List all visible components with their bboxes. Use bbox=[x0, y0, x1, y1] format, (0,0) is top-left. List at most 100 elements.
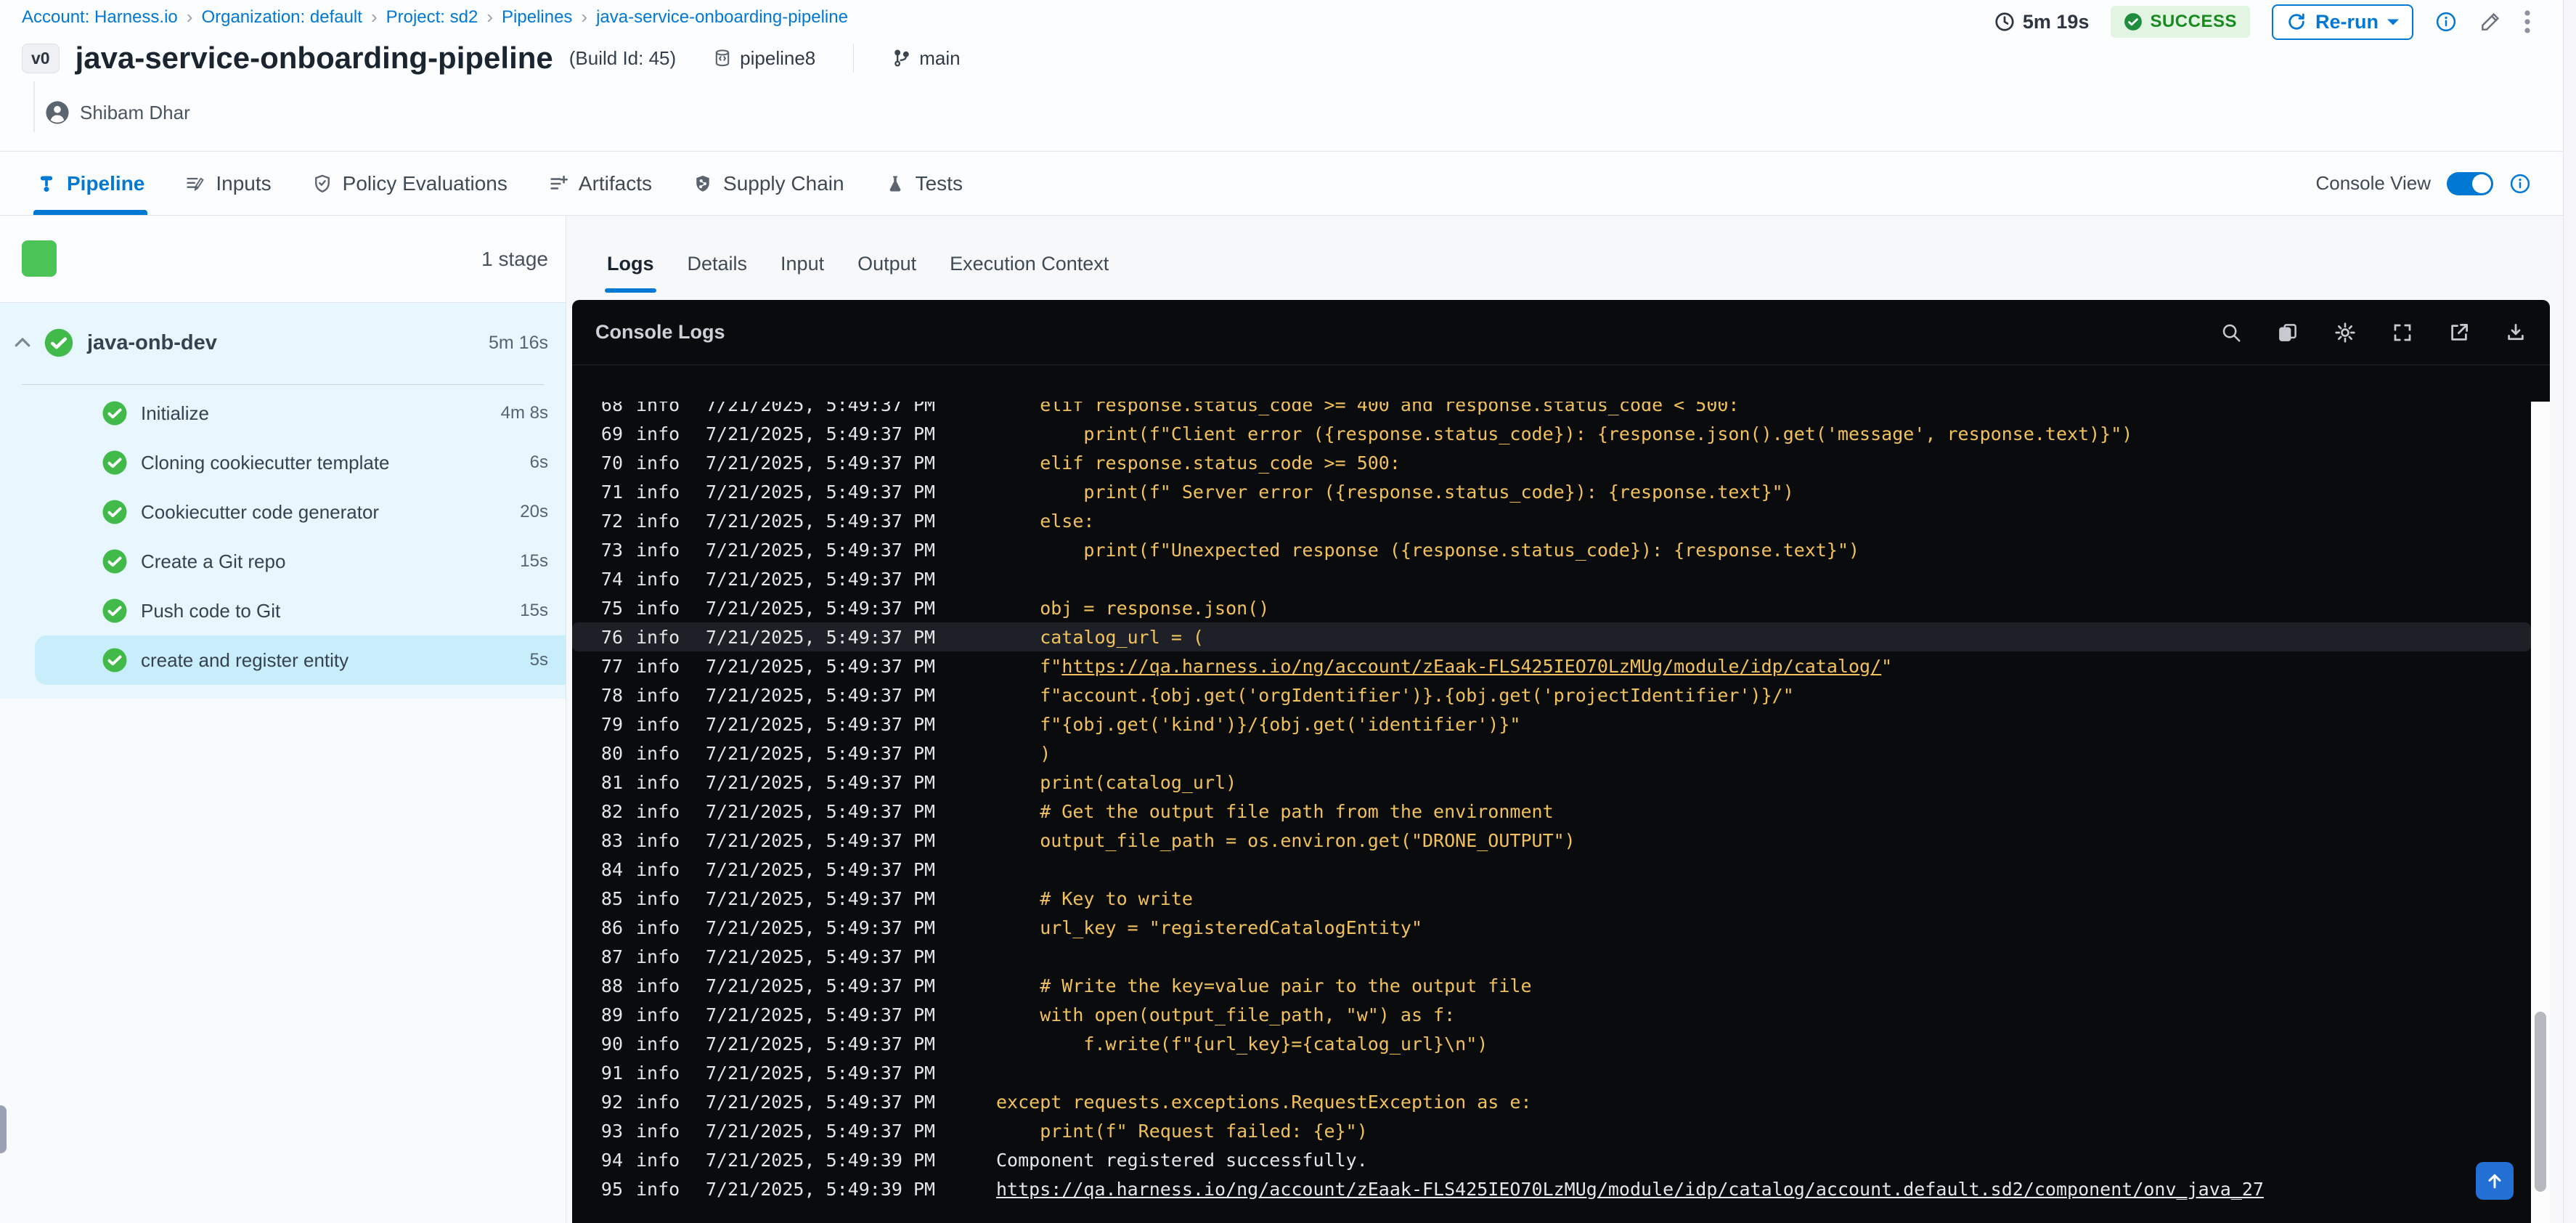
tab-supply-chain[interactable]: Supply Chain bbox=[693, 152, 844, 215]
log-line[interactable]: 79 info 7/21/2025, 5:49:37 PM f"{obj.get… bbox=[572, 710, 2531, 739]
log-line[interactable]: 87 info 7/21/2025, 5:49:37 PM bbox=[572, 942, 2531, 971]
log-timestamp: 7/21/2025, 5:49:37 PM bbox=[706, 946, 936, 967]
breadcrumb-current-pipeline[interactable]: java-service-onboarding-pipeline bbox=[596, 7, 848, 28]
log-link[interactable]: https://qa.harness.io/ng/account/zEaak-F… bbox=[996, 1179, 2264, 1200]
log-line[interactable]: 72 info 7/21/2025, 5:49:37 PM else: bbox=[572, 506, 2531, 535]
page-scrollbar[interactable] bbox=[2563, 0, 2576, 1223]
log-line[interactable]: 78 info 7/21/2025, 5:49:37 PM f"account.… bbox=[572, 680, 2531, 710]
log-timestamp: 7/21/2025, 5:49:39 PM bbox=[706, 1149, 936, 1171]
success-check-icon bbox=[44, 328, 74, 358]
log-timestamp: 7/21/2025, 5:49:37 PM bbox=[706, 887, 936, 909]
log-timestamp: 7/21/2025, 5:49:37 PM bbox=[706, 1062, 936, 1084]
success-check-icon bbox=[102, 548, 128, 574]
tab-pipeline[interactable]: Pipeline bbox=[33, 152, 148, 215]
log-level: info bbox=[636, 1062, 680, 1084]
log-line[interactable]: 84 info 7/21/2025, 5:49:37 PM bbox=[572, 855, 2531, 884]
log-line[interactable]: 71 info 7/21/2025, 5:49:37 PM print(f" S… bbox=[572, 477, 2531, 506]
log-line-number: 86 bbox=[600, 917, 623, 938]
log-line[interactable]: 94 info 7/21/2025, 5:49:39 PM Component … bbox=[572, 1145, 2531, 1174]
log-line[interactable]: 86 info 7/21/2025, 5:49:37 PM url_key = … bbox=[572, 913, 2531, 942]
log-line[interactable]: 85 info 7/21/2025, 5:49:37 PM # Key to w… bbox=[572, 884, 2531, 913]
breadcrumb-pipelines[interactable]: Pipelines bbox=[502, 7, 572, 28]
step-row[interactable]: Create a Git repo 15s bbox=[0, 537, 566, 586]
log-line[interactable]: 92 info 7/21/2025, 5:49:37 PM except req… bbox=[572, 1087, 2531, 1116]
breadcrumb-organization[interactable]: Organization: default bbox=[201, 7, 362, 28]
subtab-details[interactable]: Details bbox=[688, 253, 748, 293]
console-scrollbar[interactable] bbox=[2531, 402, 2550, 1223]
log-line-number: 74 bbox=[600, 568, 623, 590]
step-row[interactable]: Initialize 4m 8s bbox=[0, 389, 566, 438]
log-line[interactable]: 77 info 7/21/2025, 5:49:37 PM f"https://… bbox=[572, 651, 2531, 680]
log-line[interactable]: 90 info 7/21/2025, 5:49:37 PM f.write(f"… bbox=[572, 1029, 2531, 1058]
log-line[interactable]: 95 info 7/21/2025, 5:49:39 PM https://qa… bbox=[572, 1174, 2531, 1203]
log-line[interactable]: 91 info 7/21/2025, 5:49:37 PM bbox=[572, 1058, 2531, 1087]
panel-scroll-handle[interactable] bbox=[0, 1105, 7, 1153]
log-line[interactable]: 88 info 7/21/2025, 5:49:37 PM # Write th… bbox=[572, 971, 2531, 1000]
log-line[interactable]: 69 info 7/21/2025, 5:49:37 PM print(f"Cl… bbox=[572, 419, 2531, 448]
log-line[interactable]: 81 info 7/21/2025, 5:49:37 PM print(cata… bbox=[572, 768, 2531, 797]
scroll-to-top-button[interactable] bbox=[2476, 1162, 2514, 1200]
log-line[interactable]: 73 info 7/21/2025, 5:49:37 PM print(f"Un… bbox=[572, 535, 2531, 564]
stage-status-square[interactable] bbox=[22, 240, 57, 277]
log-line-number: 73 bbox=[600, 539, 623, 561]
log-line[interactable]: 93 info 7/21/2025, 5:49:37 PM print(f" R… bbox=[572, 1116, 2531, 1145]
log-line[interactable]: 82 info 7/21/2025, 5:49:37 PM # Get the … bbox=[572, 797, 2531, 826]
step-row[interactable]: Cookiecutter code generator 20s bbox=[0, 487, 566, 537]
settings-gear-icon[interactable] bbox=[2334, 321, 2357, 344]
step-name: create and register entity bbox=[141, 649, 349, 671]
console-scrollbar-thumb[interactable] bbox=[2535, 1012, 2546, 1192]
log-line[interactable]: 70 info 7/21/2025, 5:49:37 PM elif respo… bbox=[572, 448, 2531, 477]
log-message: f"account.{obj.get('orgIdentifier')}.{ob… bbox=[996, 684, 1794, 706]
console-view-info-icon[interactable] bbox=[2509, 173, 2531, 195]
search-icon[interactable] bbox=[2220, 322, 2242, 344]
tab-inputs[interactable]: Inputs bbox=[185, 152, 272, 215]
tab-artifacts[interactable]: Artifacts bbox=[548, 152, 652, 215]
step-row[interactable]: Push code to Git 15s bbox=[0, 586, 566, 635]
log-line[interactable]: 75 info 7/21/2025, 5:49:37 PM obj = resp… bbox=[572, 593, 2531, 622]
stage-name: java-onb-dev bbox=[87, 330, 217, 354]
tab-policy-evaluations[interactable]: Policy Evaluations bbox=[312, 152, 508, 215]
log-timestamp: 7/21/2025, 5:49:37 PM bbox=[706, 452, 936, 474]
copy-icon[interactable] bbox=[2277, 322, 2299, 344]
log-line-number: 95 bbox=[600, 1178, 623, 1200]
rerun-button[interactable]: Re-run bbox=[2272, 4, 2413, 40]
log-message: https://qa.harness.io/ng/account/zEaak-F… bbox=[996, 1179, 2264, 1200]
pipeline-ref[interactable]: pipeline8 bbox=[712, 47, 815, 70]
tab-tests[interactable]: Tests bbox=[885, 152, 963, 215]
subtab-execution-context[interactable]: Execution Context bbox=[950, 253, 1109, 293]
console-view-toggle[interactable] bbox=[2447, 171, 2493, 195]
fullscreen-icon[interactable] bbox=[2392, 322, 2413, 344]
log-level: info bbox=[636, 568, 680, 590]
log-level: info bbox=[636, 858, 680, 880]
log-line[interactable]: 76 info 7/21/2025, 5:49:37 PM catalog_ur… bbox=[572, 622, 2531, 651]
download-icon[interactable] bbox=[2505, 322, 2527, 344]
log-link[interactable]: https://qa.harness.io/ng/account/zEaak-F… bbox=[1061, 656, 1881, 677]
log-line[interactable]: 83 info 7/21/2025, 5:49:37 PM output_fil… bbox=[572, 826, 2531, 855]
open-in-new-tab-icon[interactable] bbox=[2448, 322, 2470, 344]
log-level: info bbox=[636, 1004, 680, 1025]
stage-row-java-onb-dev[interactable]: java-onb-dev 5m 16s bbox=[0, 319, 566, 367]
log-message: f"https://qa.harness.io/ng/account/zEaak… bbox=[996, 655, 1893, 677]
subtab-logs[interactable]: Logs bbox=[605, 253, 656, 293]
log-line[interactable]: 68 info 7/21/2025, 5:49:37 PM elif respo… bbox=[572, 402, 2531, 419]
edit-pipeline-icon[interactable] bbox=[2479, 10, 2502, 33]
log-line[interactable]: 74 info 7/21/2025, 5:49:37 PM bbox=[572, 564, 2531, 593]
log-message: f.write(f"{url_key}={catalog_url}\n") bbox=[996, 1033, 1488, 1055]
step-row[interactable]: create and register entity 5s bbox=[35, 635, 566, 685]
console-view-label: Console View bbox=[2315, 172, 2431, 194]
log-line-number: 94 bbox=[600, 1149, 623, 1171]
stage-group: java-onb-dev 5m 16s Initialize 4m 8s Clo… bbox=[0, 303, 566, 699]
breadcrumb-account[interactable]: Account: Harness.io bbox=[22, 7, 178, 28]
more-options-icon[interactable] bbox=[2524, 9, 2531, 35]
step-row[interactable]: Cloning cookiecutter template 6s bbox=[0, 438, 566, 487]
chevron-up-icon[interactable] bbox=[12, 332, 33, 354]
info-icon[interactable] bbox=[2435, 11, 2457, 33]
subtab-input[interactable]: Input bbox=[780, 253, 824, 293]
subtab-output[interactable]: Output bbox=[857, 253, 916, 293]
step-list: Initialize 4m 8s Cloning cookiecutter te… bbox=[0, 389, 566, 685]
branch-ref[interactable]: main bbox=[892, 47, 961, 70]
log-scroll-area[interactable]: 68 info 7/21/2025, 5:49:37 PM elif respo… bbox=[572, 402, 2531, 1223]
log-line[interactable]: 80 info 7/21/2025, 5:49:37 PM ) bbox=[572, 739, 2531, 768]
breadcrumb-project[interactable]: Project: sd2 bbox=[386, 7, 478, 28]
log-line[interactable]: 89 info 7/21/2025, 5:49:37 PM with open(… bbox=[572, 1000, 2531, 1029]
